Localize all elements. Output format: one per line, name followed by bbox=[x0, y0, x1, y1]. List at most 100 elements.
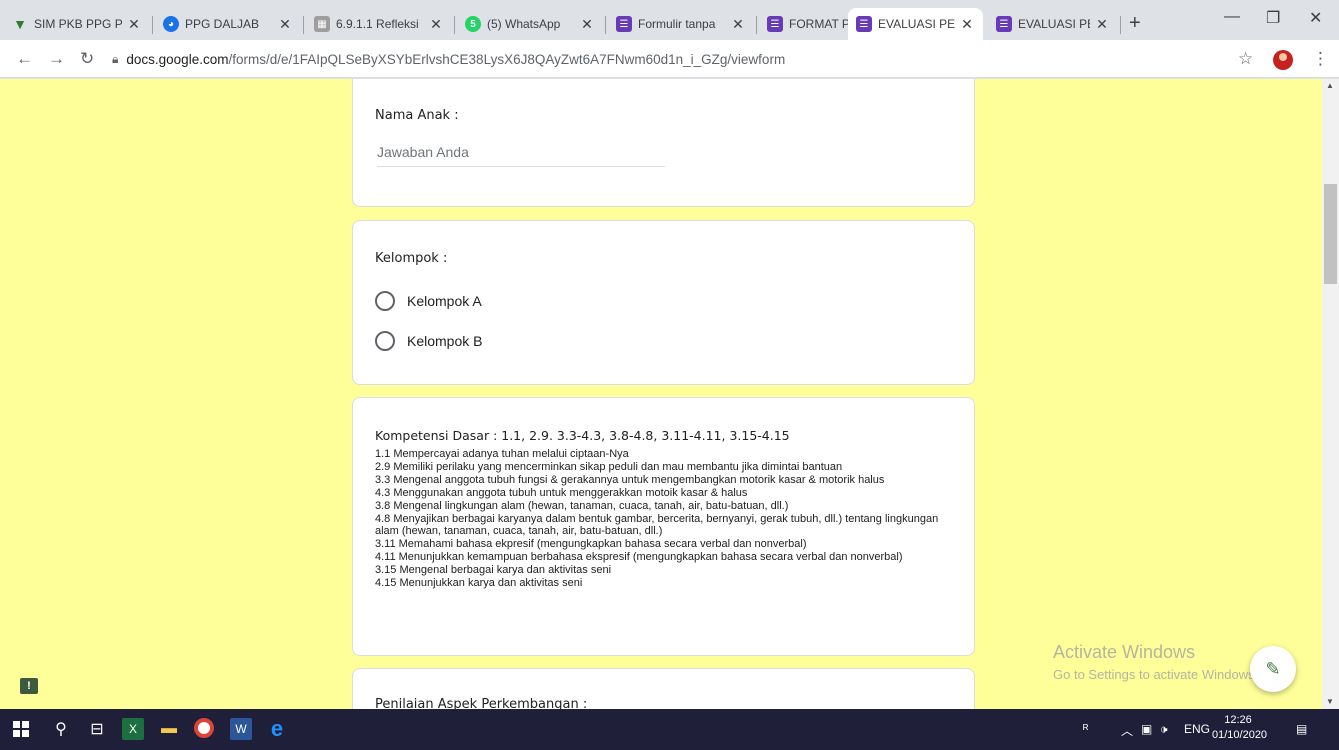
tab-separator bbox=[454, 16, 455, 34]
notification-icon[interactable]: ▤ bbox=[1296, 722, 1307, 736]
close-icon[interactable]: ✕ bbox=[126, 16, 142, 33]
forms-icon: ☰ bbox=[616, 16, 632, 32]
battery-icon[interactable]: ▣ bbox=[1141, 722, 1152, 736]
close-window-button[interactable]: ✕ bbox=[1309, 8, 1322, 28]
browser-toolbar: ← → ↻ 🔒︎ docs.google.com/forms/d/e/1FAIp… bbox=[0, 40, 1339, 78]
new-tab-button[interactable]: + bbox=[1129, 12, 1141, 35]
tab-separator bbox=[756, 16, 757, 34]
question-title: Penilaian Aspek Perkembangan : bbox=[375, 697, 588, 709]
vue-icon: ▼ bbox=[13, 16, 27, 32]
radio-label: Kelompok A bbox=[407, 293, 482, 309]
question-title: Kelompok : bbox=[375, 251, 448, 266]
tab-title: EVALUASI PEM bbox=[878, 17, 955, 31]
radio-button[interactable] bbox=[375, 291, 395, 311]
profile-avatar[interactable] bbox=[1273, 50, 1293, 70]
question-card-penilaian: Penilaian Aspek Perkembangan : bbox=[352, 668, 975, 709]
close-icon[interactable]: ✕ bbox=[730, 16, 746, 33]
tab-separator bbox=[605, 16, 606, 34]
volume-icon[interactable]: 🕩︎ bbox=[1160, 722, 1168, 737]
forward-arrow-icon[interactable]: → bbox=[48, 49, 65, 69]
tab-whatsapp[interactable]: 5 (5) WhatsApp ✕ bbox=[457, 8, 603, 40]
kd-item: 4.3 Menggunakan anggota tubuh untuk meng… bbox=[375, 486, 748, 499]
tab-refleksi[interactable]: ▦ 6.9.1.1 Refleksi ✕ bbox=[306, 8, 452, 40]
clock-time: 12:26 bbox=[1224, 714, 1252, 726]
watermark-line1: Activate Windows bbox=[1053, 642, 1196, 662]
document-icon: ▦ bbox=[314, 16, 330, 32]
scroll-up-arrow-icon[interactable]: ▲ bbox=[1326, 81, 1334, 90]
tab-formulir[interactable]: ☰ Formulir tanpa ✕ bbox=[608, 8, 754, 40]
kd-item: 1.1 Mempercayai adanya tuhan melalui cip… bbox=[375, 448, 629, 460]
page-scrollbar[interactable]: ▲ ▼ bbox=[1322, 79, 1339, 709]
url-path: /forms/d/e/1FAIpQLSeByXSYbErlvshCE38LysX… bbox=[228, 51, 786, 67]
radio-button[interactable] bbox=[375, 331, 395, 351]
radio-option-b[interactable]: Kelompok B bbox=[375, 331, 482, 351]
question-card-kelompok: Kelompok : Kelompok A Kelompok B bbox=[352, 220, 975, 385]
watermark-line2: Go to Settings to activate Windows. bbox=[1053, 667, 1259, 682]
question-title: Nama Anak : bbox=[375, 108, 459, 123]
chrome-icon[interactable] bbox=[194, 718, 214, 738]
tab-separator bbox=[152, 16, 153, 34]
restore-button[interactable]: ❐ bbox=[1266, 8, 1280, 28]
url-host: docs.google.com bbox=[126, 51, 229, 67]
kd-item: 3.11 Memahami bahasa ekpresif (mengungka… bbox=[375, 538, 807, 551]
close-icon[interactable]: ✕ bbox=[959, 16, 975, 33]
kd-item: 2.9 Memiliki perilaku yang mencerminkan … bbox=[375, 460, 843, 473]
feedback-icon[interactable]: ! bbox=[20, 678, 38, 694]
task-view-icon[interactable]: ⊟ bbox=[86, 718, 108, 740]
reload-icon[interactable]: ↻ bbox=[80, 49, 94, 69]
kd-list: 1.1 Mempercayai adanya tuhan melalui cip… bbox=[375, 448, 955, 590]
file-explorer-icon[interactable]: ▬ bbox=[158, 718, 180, 740]
close-icon[interactable]: ✕ bbox=[428, 16, 444, 33]
back-arrow-icon[interactable]: ← bbox=[16, 49, 33, 69]
question-card-nama: Nama Anak : Jawaban Anda bbox=[352, 79, 975, 207]
search-icon[interactable]: ⚲ bbox=[50, 718, 72, 740]
kd-item: 3.15 Mengenal berbagai karya dan aktivit… bbox=[375, 564, 612, 577]
kd-item: 4.15 Menunjukkan karya dan aktivitas sen… bbox=[375, 577, 583, 590]
people-icon[interactable]: ᴿ bbox=[1083, 722, 1088, 736]
close-icon[interactable]: ✕ bbox=[579, 16, 595, 33]
radio-label: Kelompok B bbox=[407, 333, 483, 349]
tab-sim-pkb[interactable]: ▼ SIM PKB PPG PAI ✕ bbox=[4, 8, 150, 40]
tab-evaluasi-active[interactable]: ☰ EVALUASI PEM ✕ bbox=[848, 8, 983, 40]
radio-option-a[interactable]: Kelompok A bbox=[375, 291, 482, 311]
edge-icon[interactable]: e bbox=[266, 716, 288, 741]
close-icon[interactable]: ✕ bbox=[1094, 16, 1110, 33]
forms-icon: ☰ bbox=[767, 16, 783, 32]
menu-kebab-icon[interactable]: ⋮ bbox=[1312, 49, 1329, 69]
tab-separator bbox=[303, 16, 304, 34]
tab-title: 6.9.1.1 Refleksi bbox=[336, 17, 419, 31]
windows-start-icon[interactable] bbox=[10, 718, 32, 740]
tab-evaluasi[interactable]: ☰ EVALUASI PEM ✕ bbox=[988, 8, 1118, 40]
minimize-button[interactable]: — bbox=[1224, 8, 1240, 26]
answer-underline bbox=[377, 166, 665, 167]
tab-ppg-daljab[interactable]: ◕ PPG DALJAB ✕ bbox=[155, 8, 301, 40]
chevron-up-icon[interactable]: ︿ bbox=[1121, 722, 1133, 739]
excel-icon[interactable]: X bbox=[122, 718, 144, 740]
page-viewport: Nama Anak : Jawaban Anda Kelompok : Kelo… bbox=[0, 79, 1339, 709]
edit-pencil-icon[interactable]: ✎ bbox=[1250, 646, 1296, 692]
word-icon[interactable]: W bbox=[230, 718, 252, 740]
lock-icon: 🔒︎ bbox=[112, 51, 119, 66]
tab-separator bbox=[1120, 16, 1121, 34]
clock-date: 01/10/2020 bbox=[1212, 729, 1268, 741]
kd-item: 3.8 Mengenal lingkungan alam (hewan, tan… bbox=[375, 499, 789, 512]
answer-input[interactable]: Jawaban Anda bbox=[377, 144, 469, 160]
tab-title: Formulir tanpa bbox=[638, 17, 716, 31]
kd-title: Kompetensi Dasar : 1.1, 2.9. 3.3-4.3, 3.… bbox=[375, 428, 790, 443]
address-bar[interactable]: 🔒︎ docs.google.com/forms/d/e/1FAIpQLSeBy… bbox=[112, 45, 1222, 73]
close-icon[interactable]: ✕ bbox=[277, 16, 293, 33]
forms-icon: ☰ bbox=[996, 16, 1012, 32]
scroll-thumb[interactable] bbox=[1324, 184, 1337, 284]
kd-item: 4.8 Menyajikan berbagai karyanya dalam b… bbox=[375, 512, 939, 538]
globe-icon: ◕ bbox=[163, 16, 179, 32]
language-indicator[interactable]: ENG bbox=[1184, 722, 1210, 736]
windows-taskbar: ⚲ ⊟ X ▬ W e ᴿ ︿ ▣ 🕩︎ ENG 12:26 01/10/202… bbox=[0, 709, 1339, 750]
whatsapp-icon: 5 bbox=[465, 16, 481, 32]
bookmark-star-icon[interactable]: ☆ bbox=[1238, 49, 1253, 69]
kd-item: 4.11 Menunjukkan kemampuan berbahasa eks… bbox=[375, 551, 903, 564]
tab-title: SIM PKB PPG PAI bbox=[34, 17, 122, 31]
tab-title: (5) WhatsApp bbox=[487, 17, 561, 31]
scroll-down-arrow-icon[interactable]: ▼ bbox=[1326, 697, 1334, 706]
system-clock[interactable]: 12:26 01/10/2020 bbox=[1212, 713, 1268, 743]
forms-icon: ☰ bbox=[856, 16, 872, 32]
